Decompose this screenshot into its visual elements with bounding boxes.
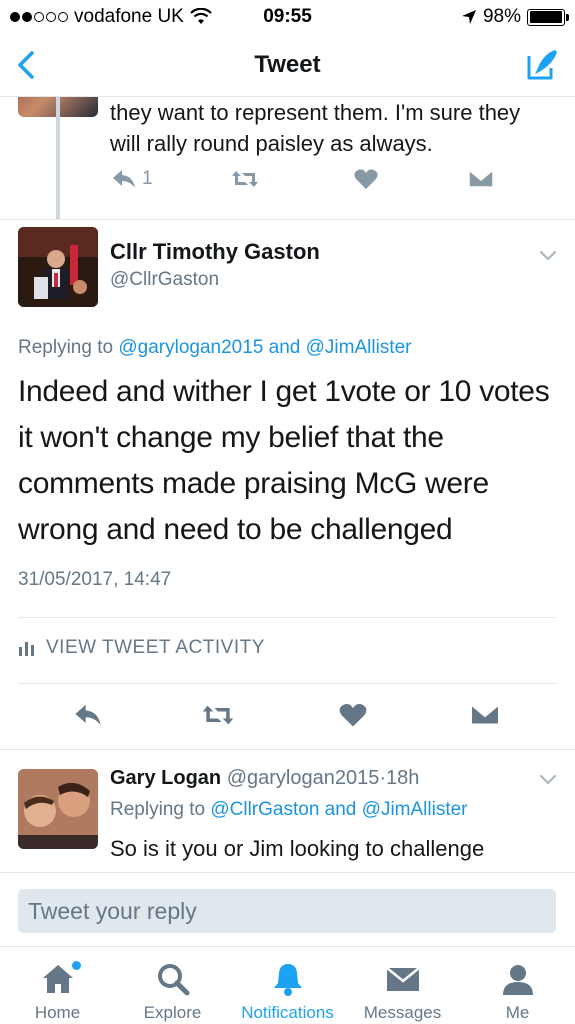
tab-notifications[interactable]: Notifications bbox=[230, 947, 345, 1024]
envelope-icon bbox=[468, 169, 494, 188]
retweet-icon bbox=[202, 705, 234, 725]
reply-author-name[interactable]: Gary Logan bbox=[110, 767, 221, 789]
tab-home[interactable]: Home bbox=[0, 947, 115, 1024]
reply-composer bbox=[0, 872, 575, 946]
battery-icon bbox=[527, 8, 569, 26]
replying-label: Replying to bbox=[110, 799, 206, 820]
activity-label: VIEW TWEET ACTIVITY bbox=[46, 637, 265, 658]
signal-strength-icon bbox=[10, 12, 68, 22]
mention-link[interactable]: @JimAllister bbox=[306, 337, 412, 358]
tab-label: Messages bbox=[363, 1003, 442, 1022]
wifi-icon bbox=[190, 8, 212, 24]
like-button[interactable] bbox=[338, 701, 368, 729]
nav-bar: Tweet bbox=[0, 34, 575, 96]
reply-time: 18h bbox=[386, 767, 420, 789]
person-icon bbox=[502, 965, 533, 995]
avatar-image bbox=[18, 769, 98, 849]
chevron-down-icon[interactable] bbox=[538, 773, 558, 787]
envelope-icon bbox=[470, 703, 500, 726]
status-bar: vodafone UK 09:55 98% bbox=[0, 0, 575, 34]
page-title: Tweet bbox=[254, 51, 321, 78]
reply-count: 1 bbox=[142, 168, 153, 189]
reply-button[interactable]: 1 bbox=[110, 167, 153, 191]
replying-and: and bbox=[324, 799, 357, 820]
tweet-thread[interactable]: they want to represent them. I'm sure th… bbox=[0, 96, 575, 872]
tab-label: Explore bbox=[143, 1003, 202, 1022]
view-tweet-activity-button[interactable]: VIEW TWEET ACTIVITY bbox=[18, 637, 265, 659]
previous-tweet-text: they want to represent them. I'm sure th… bbox=[110, 100, 521, 156]
retweet-icon bbox=[232, 171, 258, 187]
like-button[interactable] bbox=[353, 167, 379, 191]
back-chevron-icon[interactable] bbox=[10, 48, 44, 82]
battery-fill bbox=[529, 11, 562, 23]
tweet-reply-input[interactable] bbox=[18, 889, 556, 933]
reply-replying-to: Replying to @CllrGaston and @JimAllister bbox=[110, 799, 468, 821]
thread-connector bbox=[56, 97, 60, 219]
reply-tweet-text: So is it you or Jim looking to challenge bbox=[110, 836, 485, 861]
direct-message-button[interactable] bbox=[470, 701, 500, 727]
direct-message-button[interactable] bbox=[468, 167, 494, 189]
reply-author-handle[interactable]: @garylogan2015 bbox=[227, 767, 380, 789]
tab-explore[interactable]: Explore bbox=[115, 947, 230, 1024]
reply-tweet-header: Gary Logan @garylogan2015·18h bbox=[110, 767, 419, 790]
heart-icon bbox=[339, 703, 367, 727]
tab-label: Me bbox=[505, 1003, 530, 1022]
replying-label: Replying to bbox=[18, 337, 114, 358]
retweet-button[interactable] bbox=[200, 701, 236, 729]
tweet-timestamp: 31/05/2017, 14:47 bbox=[18, 569, 172, 590]
tab-bar: Home Explore Notifications Messages Me bbox=[0, 946, 575, 1024]
separator: · bbox=[379, 767, 387, 789]
avatar-image bbox=[18, 227, 98, 307]
mention-link[interactable]: @JimAllister bbox=[362, 799, 468, 820]
mention-link[interactable]: @garylogan2015 bbox=[118, 337, 263, 358]
tab-label: Notifications bbox=[241, 1003, 334, 1022]
main-tweet-actions bbox=[0, 697, 575, 737]
main-tweet-avatar[interactable] bbox=[18, 227, 98, 307]
previous-tweet-actions: 1 bbox=[110, 167, 510, 197]
bar-chart-icon bbox=[19, 642, 34, 656]
location-arrow-icon bbox=[461, 10, 476, 24]
chevron-down-icon[interactable] bbox=[538, 249, 558, 263]
compose-tweet-icon[interactable] bbox=[523, 46, 561, 84]
home-icon bbox=[42, 965, 73, 993]
replying-and: and bbox=[268, 337, 301, 358]
divider bbox=[18, 617, 556, 618]
reply-icon bbox=[75, 704, 101, 726]
author-name[interactable]: Cllr Timothy Gaston bbox=[110, 239, 320, 265]
tab-label: Home bbox=[34, 1003, 81, 1022]
battery-percent: 98% bbox=[482, 6, 521, 27]
reply-button[interactable] bbox=[72, 701, 104, 729]
tweet-text: Indeed and wither I get 1vote or 10 vote… bbox=[18, 375, 550, 546]
bell-icon bbox=[273, 964, 302, 996]
divider bbox=[0, 749, 575, 750]
reply-icon bbox=[113, 170, 135, 188]
divider bbox=[0, 219, 575, 220]
tab-messages[interactable]: Messages bbox=[345, 947, 460, 1024]
envelope-icon bbox=[385, 967, 420, 991]
replying-to: Replying to @garylogan2015 and @JimAllis… bbox=[18, 337, 411, 359]
heart-icon bbox=[354, 169, 378, 189]
home-new-indicator bbox=[72, 961, 81, 970]
mention-link[interactable]: @CllrGaston bbox=[210, 799, 319, 820]
retweet-button[interactable] bbox=[230, 167, 260, 191]
author-handle[interactable]: @CllrGaston bbox=[110, 269, 219, 291]
status-right: 98% bbox=[461, 6, 569, 28]
reply-tweet-avatar[interactable] bbox=[18, 769, 98, 849]
divider bbox=[18, 683, 556, 684]
tab-me[interactable]: Me bbox=[460, 947, 575, 1024]
search-icon bbox=[157, 964, 189, 996]
carrier-name: vodafone UK bbox=[74, 6, 184, 27]
status-left: vodafone UK bbox=[10, 6, 212, 28]
